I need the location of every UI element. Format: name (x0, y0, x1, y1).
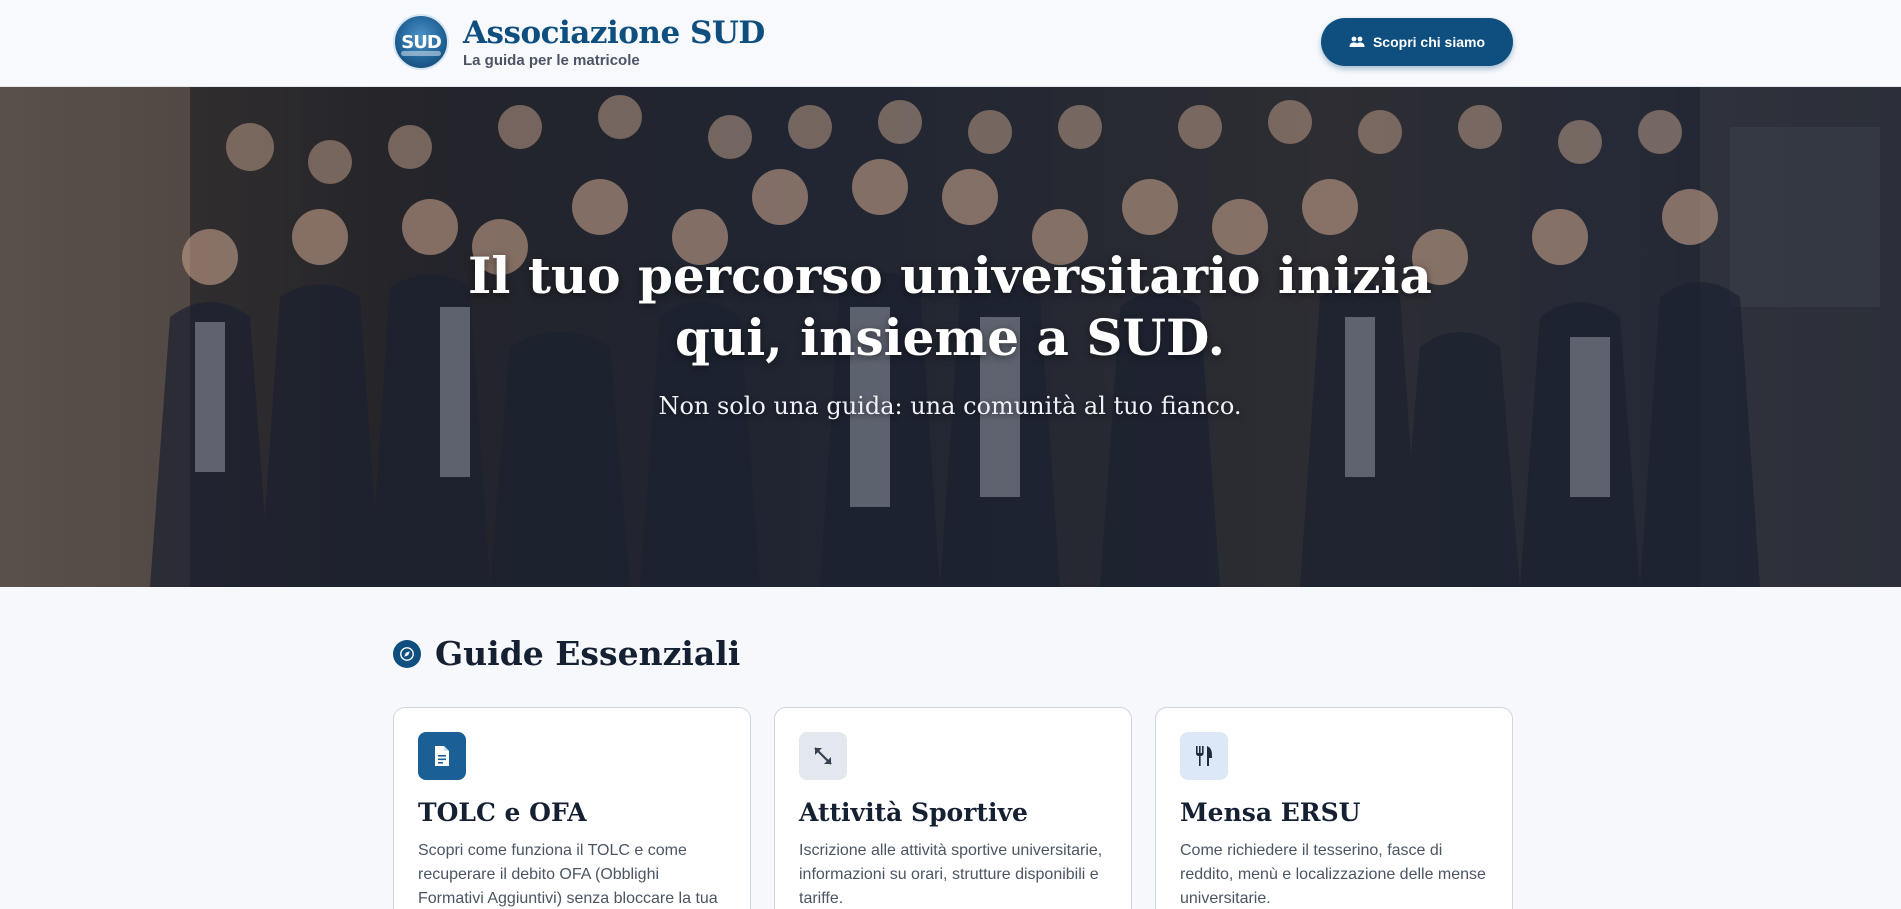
logo[interactable]: SUD (393, 14, 449, 70)
card-description: Iscrizione alle attività sportive univer… (799, 842, 1103, 907)
hero-subtitle: Non solo una guida: una comunità al tuo … (658, 392, 1242, 420)
card-description: Scopri come funziona il TOLC e come recu… (418, 842, 718, 907)
brand[interactable]: SUD Associazione SUD La guida per le mat… (393, 14, 765, 70)
fork-knife-icon (1180, 732, 1228, 780)
about-us-button-label: Scopri chi siamo (1372, 34, 1486, 50)
hero-title: Il tuo percorso universitario inizia qui… (450, 245, 1450, 369)
brand-text: Associazione SUD La guida per le matrico… (463, 15, 765, 69)
hero-title-line2: qui, insieme a SUD. (674, 308, 1226, 367)
guide-card-sport[interactable]: Attività Sportive Iscrizione alle attivi… (774, 707, 1132, 909)
site-header: SUD Associazione SUD La guida per le mat… (0, 0, 1901, 87)
card-title: Mensa ERSU (1180, 798, 1361, 827)
section-title: Guide Essenziali (435, 634, 741, 673)
section-heading: Guide Essenziali (393, 634, 740, 673)
guide-card-mensa[interactable]: Mensa ERSU Come richiedere il tesserino,… (1155, 707, 1513, 909)
site-subtitle: La guida per le matricole (463, 52, 640, 69)
document-icon (418, 732, 466, 780)
about-us-button[interactable]: Scopri chi siamo (1321, 18, 1513, 66)
card-description: Come richiedere il tesserino, fasce di r… (1180, 842, 1486, 907)
hero-banner: Il tuo percorso universitario inizia qui… (0, 87, 1901, 587)
logo-text: SUD (401, 31, 442, 53)
card-title: TOLC e OFA (418, 798, 587, 827)
site-title[interactable]: Associazione SUD (463, 15, 765, 51)
guide-card-tolc[interactable]: TOLC e OFA Scopri come funziona il TOLC … (393, 707, 751, 909)
expand-arrows-icon (799, 732, 847, 780)
compass-icon (393, 639, 421, 668)
group-icon (1349, 36, 1365, 47)
card-title: Attività Sportive (799, 798, 1028, 827)
hero-title-line1: Il tuo percorso universitario inizia (468, 246, 1432, 305)
